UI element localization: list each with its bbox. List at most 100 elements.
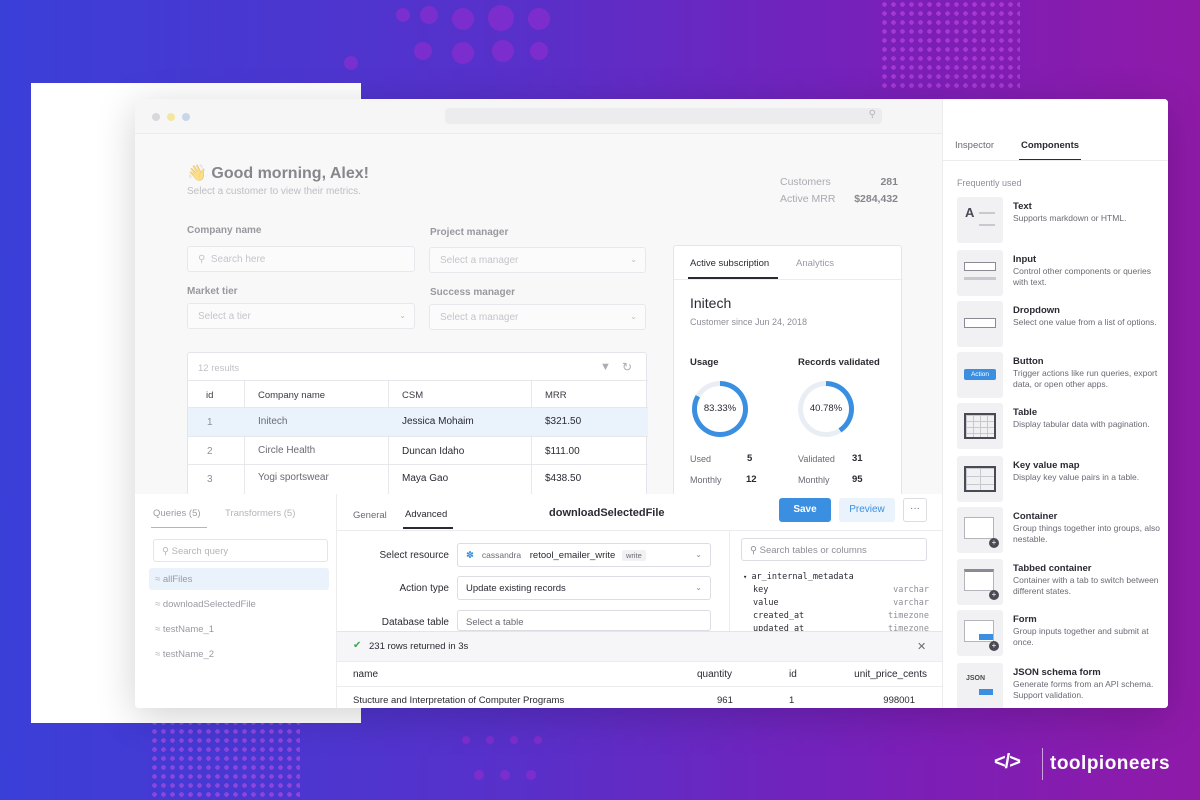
result-cell-quantity: 961 [717,695,733,706]
market-tier-select[interactable]: Select a tier ⌄ [187,303,415,329]
decor-dot [530,42,548,60]
cassandra-icon: ✽ [466,550,480,561]
component-input[interactable]: Input Control other components or querie… [957,250,1167,296]
window-maximize-dot[interactable] [182,113,190,121]
result-cell-id: 1 [789,695,795,706]
page-subtitle: Select a customer to view their metrics. [187,186,361,197]
metric-customers-label: Customers [780,176,831,188]
filter-icon[interactable]: ▼ [600,361,611,373]
tab-general[interactable]: General [353,510,387,521]
query-editor: General Advanced downloadSelectedFile Sa… [337,494,942,708]
decor-dot [526,770,536,780]
result-cell-unit-price: 998001 [883,695,915,706]
save-button[interactable]: Save [779,498,831,522]
editor-divider [337,530,942,531]
column-header-id[interactable]: id [206,390,213,401]
used-label: Used [690,454,712,464]
tab-queries[interactable]: Queries (5) [153,508,201,519]
results-panel: ✔ 231 rows returned in 3s ✕ name quantit… [337,631,942,708]
tab-advanced[interactable]: Advanced [405,509,447,520]
success-manager-select[interactable]: Select a manager ⌄ [429,304,646,330]
component-desc: Select one value from a list of options. [1013,317,1157,327]
component-title: Input [1013,254,1037,265]
query-item[interactable]: ≈ allFiles [155,574,192,585]
decor-dot [528,8,550,30]
close-icon[interactable]: ✕ [917,640,926,653]
schema-column-type: varchar [893,585,929,595]
table-divider [188,380,648,381]
search-icon: ⚲ [198,254,211,265]
search-icon: ⚲ [162,546,172,557]
window-titlebar: ⚲ [135,99,942,134]
component-dropdown[interactable]: Dropdown Select one value from a list of… [957,301,1167,347]
window-minimize-dot[interactable] [167,113,175,121]
company-name-input[interactable]: ⚲ Search here [187,246,415,272]
decor-dot [488,5,514,31]
window-close-dot[interactable] [152,113,160,121]
query-search-input[interactable]: ⚲ Search query [153,539,328,562]
table-row[interactable]: 1 Initech Jessica Mohaim $321.50 [188,408,648,436]
records-validated-label: Records validated [798,357,880,368]
component-tabbed-container[interactable]: + Tabbed container Container with a tab … [957,559,1167,605]
schema-column-name: value [753,598,779,608]
table-row[interactable]: 2 Circle Health Duncan Idaho $111.00 [188,437,648,465]
success-manager-placeholder: Select a manager [440,312,519,323]
table-row[interactable]: 3 Yogi sportswear Maya Gao $438.50 [188,465,648,493]
subscription-since: Customer since Jun 24, 2018 [690,317,808,327]
component-title: Text [1013,201,1032,212]
component-json-schema-form[interactable]: JSON JSON schema form Generate forms fro… [957,663,1167,708]
more-button[interactable]: ··· [903,498,927,522]
column-header-mrr[interactable]: MRR [545,390,567,401]
brand-logo: </> toolpioneers [994,746,1194,782]
component-form[interactable]: + Form Group inputs together and submit … [957,610,1167,656]
query-item[interactable]: ≈ testName_2 [155,649,214,660]
action-type-select[interactable]: Update existing records ⌄ [457,576,711,600]
tab-analytics[interactable]: Analytics [796,258,834,269]
input-component-icon [957,250,1003,296]
query-item[interactable]: ≈ downloadSelectedFile [155,599,256,610]
monthly2-label: Monthly [798,475,830,485]
subscription-company: Initech [690,295,732,311]
address-bar[interactable]: ⚲ [445,108,882,124]
preview-button[interactable]: Preview [839,498,895,522]
column-header-csm[interactable]: CSM [402,390,423,401]
result-header-name[interactable]: name [353,669,378,680]
decor-dot [452,42,474,64]
query-item[interactable]: ≈ testName_1 [155,624,214,635]
database-table-select[interactable]: Select a table [457,610,711,631]
component-text[interactable]: A Text Supports markdown or HTML. [957,197,1167,243]
code-brackets-icon: </> [994,751,1021,773]
query-icon: ≈ [155,649,163,660]
search-icon: ⚲ [750,545,760,556]
result-header-quantity[interactable]: quantity [697,669,732,680]
success-manager-label: Success manager [430,287,516,298]
component-table[interactable]: Table Display tabular data with paginati… [957,403,1167,449]
text-component-icon: A [957,197,1003,243]
column-header-company[interactable]: Company name [258,390,325,401]
component-desc: Supports markdown or HTML. [1013,213,1127,223]
decor-halftone [880,0,1020,90]
component-title: Tabbed container [1013,563,1092,574]
tab-inspector[interactable]: Inspector [955,140,994,151]
schema-column-type: timezone [888,611,929,621]
component-desc: Generate forms from an API schema. Suppo… [1013,679,1154,700]
tabs-divider [674,279,903,280]
schema-search-input[interactable]: ⚲ Search tables or columns [741,538,927,561]
refresh-icon[interactable]: ↻ [622,360,632,374]
json-submit-glyph [979,689,993,695]
component-key-value-map[interactable]: Key value map Display key value pairs in… [957,456,1167,502]
component-desc: Group inputs together and submit at once… [1013,626,1149,647]
tab-active-subscription[interactable]: Active subscription [690,258,769,269]
result-header-unit-price[interactable]: unit_price_cents [821,669,927,680]
tab-components[interactable]: Components [1021,140,1079,151]
schema-table-label: ar_internal_metadata [751,572,854,582]
resource-select[interactable]: ✽ cassandra retool_emailer_write write ⌄ [457,543,711,567]
cell-csm: Duncan Idaho [402,446,465,457]
project-manager-select[interactable]: Select a manager ⌄ [429,247,646,273]
component-container[interactable]: + Container Group things together into g… [957,507,1167,553]
result-header-id[interactable]: id [789,669,797,680]
component-button[interactable]: Action Button Trigger actions like run q… [957,352,1167,398]
component-title: Button [1013,356,1044,367]
tab-transformers[interactable]: Transformers (5) [225,508,295,519]
schema-table-name[interactable]: ▾ ar_internal_metadata [743,572,919,582]
